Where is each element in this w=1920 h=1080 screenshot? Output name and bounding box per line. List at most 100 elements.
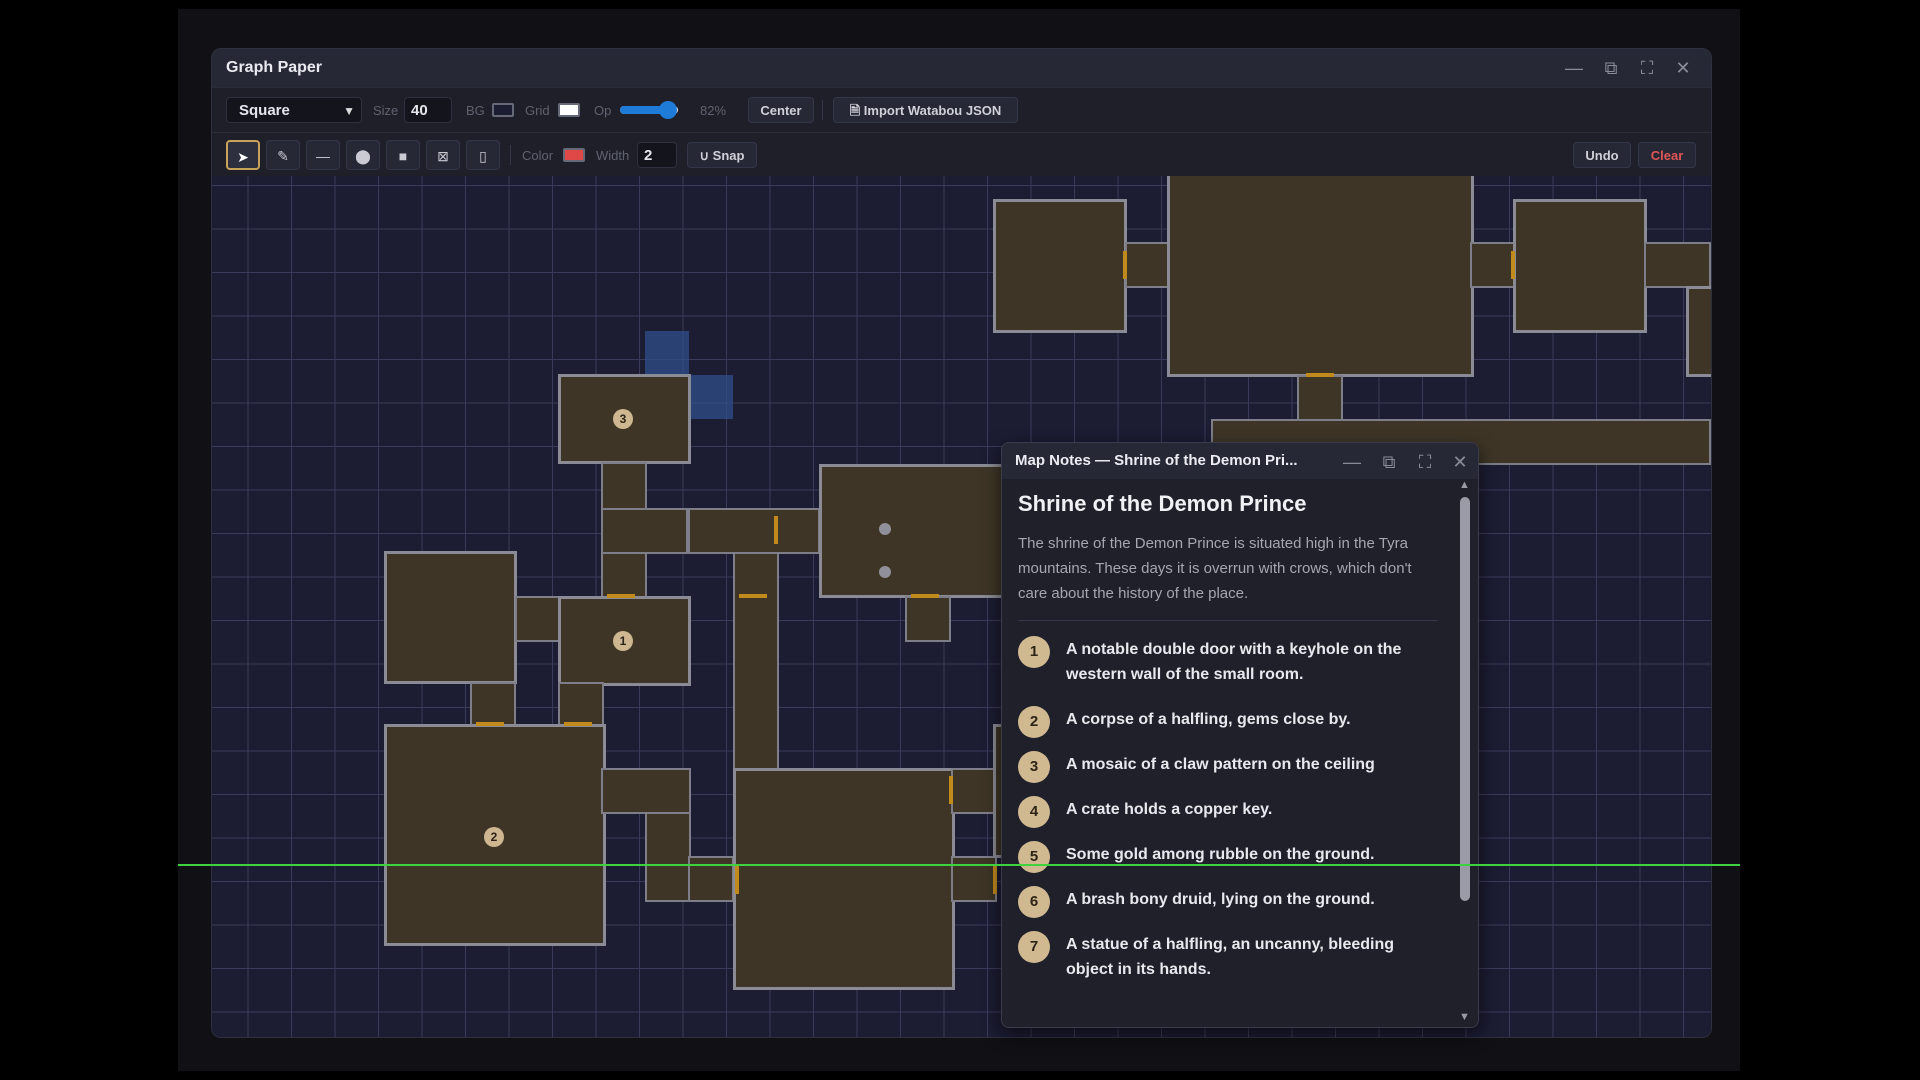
notes-titlebar[interactable]: Map Notes — Shrine of the Demon Pri... —… <box>1002 443 1478 479</box>
grid-type-select[interactable]: Square ▼ <box>226 97 362 123</box>
note-text: A statue of a halfling, an uncanny, blee… <box>1066 936 1395 978</box>
door <box>993 866 997 894</box>
window-title: Graph Paper <box>226 59 323 76</box>
select-tool-icon[interactable]: ➤ <box>226 140 260 170</box>
map-canvas[interactable]: 3 1 2 4 <box>212 176 1711 1037</box>
notes-window-title: Map Notes — Shrine of the Demon Pri... <box>1015 452 1298 469</box>
width-label: Width <box>596 148 630 163</box>
snap-label: Snap <box>712 148 745 163</box>
import-watabou-button[interactable]: 🗎 Import Watabou JSON <box>833 97 1018 123</box>
note-number-badge: 1 <box>1018 636 1050 668</box>
restore-icon[interactable]: ⧉ <box>1379 452 1399 472</box>
corridor <box>951 768 997 814</box>
pillar <box>879 523 891 535</box>
room <box>733 768 955 990</box>
pillar <box>879 566 891 578</box>
room <box>1513 199 1647 333</box>
grid-type-value: Square <box>239 102 290 119</box>
map-marker-3[interactable]: 3 <box>613 409 633 429</box>
snap-button[interactable]: ∪ Snap <box>687 142 757 168</box>
corridor <box>951 856 997 902</box>
import-label: Import Watabou JSON <box>863 103 1002 118</box>
door <box>476 722 504 726</box>
room <box>993 199 1127 333</box>
scrollbar-thumb[interactable] <box>1460 497 1470 901</box>
minimize-icon[interactable]: — <box>1564 58 1584 78</box>
magnet-icon: ∪ <box>699 148 713 163</box>
note-item: 6 A brash bony druid, lying on the ground… <box>1018 886 1438 918</box>
note-text: A crate holds a copper key. <box>1066 801 1273 818</box>
note-item: 1 A notable double door with a keyhole on… <box>1018 636 1438 687</box>
door <box>1306 373 1334 377</box>
door <box>564 722 592 726</box>
note-number-badge: 2 <box>1018 706 1050 738</box>
corridor <box>733 552 779 772</box>
notes-scroll-area[interactable]: Shrine of the Demon Prince The shrine of… <box>1002 479 1458 1027</box>
close-icon[interactable]: ✕ <box>1673 58 1693 78</box>
stroke-color-swatch[interactable] <box>563 148 585 162</box>
restore-icon[interactable]: ⧉ <box>1601 58 1621 78</box>
note-number-badge: 5 <box>1018 841 1050 873</box>
map-marker-2[interactable]: 2 <box>484 827 504 847</box>
grid-color-swatch[interactable] <box>558 103 580 117</box>
opacity-slider[interactable] <box>620 101 678 119</box>
stroke-width-input[interactable]: 2 <box>637 142 677 168</box>
clear-button[interactable]: Clear <box>1638 142 1696 168</box>
window-titlebar[interactable]: Graph Paper — ⧉ ⛶ ✕ <box>212 49 1711 87</box>
corridor <box>645 812 691 902</box>
map-marker-1[interactable]: 1 <box>613 631 633 651</box>
maximize-icon[interactable]: ⛶ <box>1637 58 1657 78</box>
door <box>739 594 767 598</box>
opacity-slider-thumb[interactable] <box>658 101 677 119</box>
color-label: Color <box>522 148 554 163</box>
corridor <box>515 596 561 642</box>
corridor <box>1644 242 1711 288</box>
bg-color-swatch[interactable] <box>492 103 514 117</box>
size-label: Size <box>373 103 399 118</box>
note-number-badge: 3 <box>1018 751 1050 783</box>
corridor <box>601 508 688 554</box>
note-item: 7 A statue of a halfling, an uncanny, ble… <box>1018 931 1438 982</box>
eraser-tool-icon[interactable]: ▯ <box>466 140 500 170</box>
note-item: 3 A mosaic of a claw pattern on the ceili… <box>1018 751 1438 783</box>
door <box>1123 251 1127 279</box>
grid-label: Grid <box>525 103 550 118</box>
fill-rect-tool-icon[interactable]: ⊠ <box>426 140 460 170</box>
door <box>607 594 635 598</box>
corridor <box>1470 242 1516 288</box>
scroll-up-icon[interactable]: ▲ <box>1459 479 1470 491</box>
room <box>384 551 517 684</box>
toolbar-divider <box>510 145 511 165</box>
line-tool-icon[interactable]: — <box>306 140 340 170</box>
door <box>774 516 778 544</box>
room <box>1686 286 1711 377</box>
notes-heading: Shrine of the Demon Prince <box>1018 491 1307 516</box>
graph-paper-window: Graph Paper — ⧉ ⛶ ✕ Square ▼ Size 40 BG G… <box>211 48 1712 1038</box>
pencil-tool-icon[interactable]: ✎ <box>266 140 300 170</box>
bg-label: BG <box>466 103 485 118</box>
center-button[interactable]: Center <box>748 97 814 123</box>
room <box>1167 176 1474 377</box>
door <box>911 594 939 598</box>
circle-tool-icon[interactable]: ⬤ <box>346 140 380 170</box>
maximize-icon[interactable]: ⛶ <box>1415 452 1435 472</box>
corridor <box>601 552 647 598</box>
rect-tool-icon[interactable]: ■ <box>386 140 420 170</box>
file-icon: 🗎 <box>849 103 864 118</box>
close-icon[interactable]: ✕ <box>1450 452 1470 472</box>
undo-button[interactable]: Undo <box>1573 142 1631 168</box>
opacity-label: Op <box>594 103 612 118</box>
corridor <box>601 462 647 512</box>
notes-content: Shrine of the Demon Prince The shrine of… <box>1018 491 1438 1002</box>
note-number-badge: 7 <box>1018 931 1050 963</box>
note-number-badge: 6 <box>1018 886 1050 918</box>
size-input[interactable]: 40 <box>404 97 452 123</box>
notes-scrollbar[interactable]: ▲ ▼ <box>1458 479 1472 1027</box>
corridor <box>688 508 820 554</box>
scroll-down-icon[interactable]: ▼ <box>1459 1011 1470 1023</box>
door <box>1511 251 1515 279</box>
minimize-icon[interactable]: — <box>1342 452 1362 472</box>
chevron-down-icon: ▼ <box>343 104 355 118</box>
selection-highlight <box>645 331 689 375</box>
notes-divider <box>1018 620 1438 621</box>
